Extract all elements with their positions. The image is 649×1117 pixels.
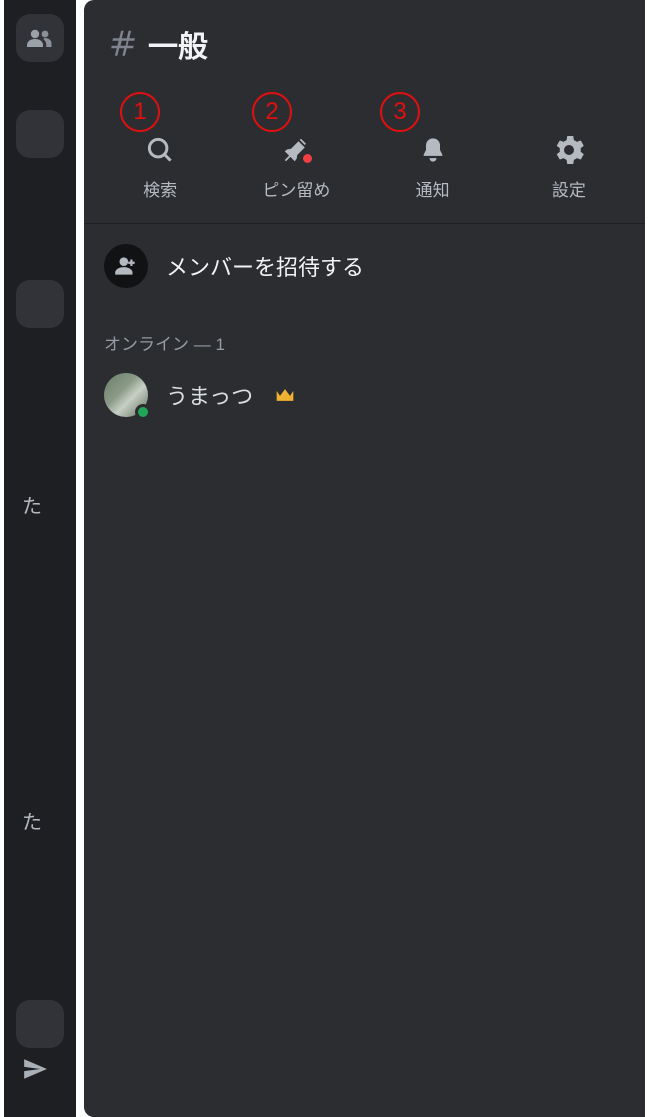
- server-item[interactable]: [16, 110, 64, 158]
- channel-name: 一般: [148, 22, 208, 66]
- online-section-header: オンライン — 1: [84, 308, 645, 363]
- notifications-label: 通知: [416, 176, 450, 201]
- notifications-button[interactable]: 通知: [365, 134, 501, 201]
- partial-text: た: [22, 806, 42, 835]
- pin-label: ピン留め: [262, 176, 330, 201]
- member-name: うまっつ: [166, 379, 253, 411]
- annotation-2: 2: [252, 92, 292, 132]
- online-label: オンライン: [104, 335, 189, 354]
- friends-icon[interactable]: [16, 14, 64, 62]
- partial-text: た: [22, 490, 42, 519]
- send-icon[interactable]: [22, 1056, 48, 1087]
- search-button[interactable]: 検索: [92, 134, 228, 201]
- online-count: 1: [215, 335, 224, 354]
- settings-button[interactable]: 設定: [501, 134, 637, 201]
- settings-label: 設定: [552, 176, 586, 201]
- member-row[interactable]: うまっつ: [84, 363, 645, 427]
- search-icon: [145, 134, 175, 166]
- pin-icon: [281, 134, 311, 166]
- invite-label: メンバーを招待する: [166, 250, 364, 282]
- invite-avatar: [104, 244, 148, 288]
- status-online-indicator: [135, 404, 151, 420]
- channel-actions: 検索 ピン留め 通知: [84, 74, 645, 224]
- pin-button[interactable]: ピン留め: [228, 134, 364, 201]
- server-item[interactable]: [16, 1000, 64, 1048]
- hash-icon: [108, 27, 138, 62]
- avatar: [104, 373, 148, 417]
- invite-members-button[interactable]: メンバーを招待する: [84, 224, 645, 308]
- annotation-3: 3: [380, 92, 420, 132]
- server-item[interactable]: [16, 280, 64, 328]
- search-label: 検索: [143, 176, 177, 201]
- channel-header: 一般: [84, 0, 645, 74]
- crown-icon: [275, 387, 295, 403]
- annotation-1: 1: [120, 92, 160, 132]
- pin-notification-badge: [302, 153, 313, 164]
- server-sidebar: た た: [4, 0, 76, 1117]
- bell-icon: [419, 134, 447, 166]
- channel-panel: 一般 1 2 3 検索: [84, 0, 645, 1117]
- gear-icon: [554, 134, 584, 166]
